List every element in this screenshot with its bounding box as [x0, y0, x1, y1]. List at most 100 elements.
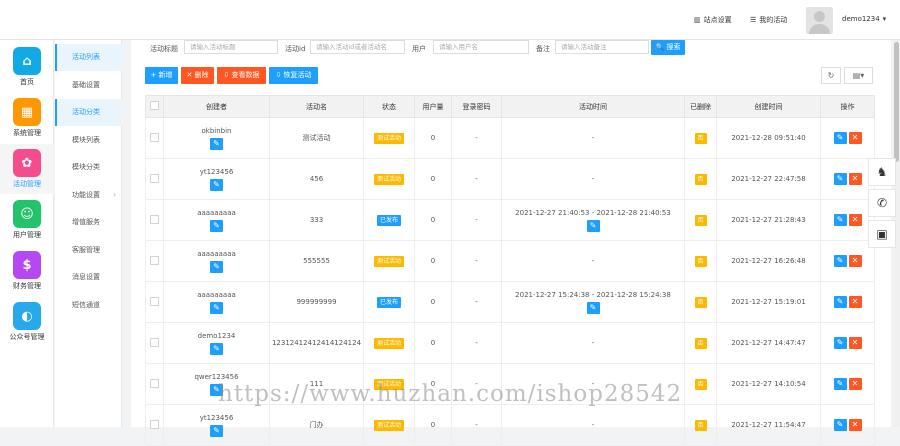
- row-checkbox[interactable]: [150, 419, 159, 429]
- edit-icon[interactable]: ✎: [833, 173, 847, 185]
- delete-icon[interactable]: ✕: [848, 419, 862, 431]
- edit-icon[interactable]: ✎: [833, 296, 847, 308]
- my-activities-link[interactable]: ☰ 我的活动: [750, 15, 787, 25]
- creator-name: demo1234: [197, 331, 236, 340]
- actions-cell: ✎ ✕: [820, 199, 875, 241]
- edit-icon[interactable]: ✎: [833, 132, 847, 144]
- login-password: -: [451, 158, 502, 200]
- search-button[interactable]: 🔍 搜索: [651, 40, 685, 55]
- sidebar-item-5[interactable]: ◐ 公众号管理: [0, 297, 54, 347]
- row-select-cell: [145, 404, 164, 446]
- submenu-item-8[interactable]: 消息设置: [55, 264, 122, 291]
- table-row: aaaaaaaaa ✎ 555555 测试活动 0- - 否 2021-12-27 16:26…: [145, 240, 875, 282]
- delete-icon[interactable]: ✕: [848, 255, 862, 267]
- login-password: -: [451, 404, 502, 446]
- edit-icon[interactable]: ✎: [586, 301, 600, 314]
- refresh-icon[interactable]: ↻: [821, 67, 841, 84]
- actions-cell: ✎ ✕: [820, 117, 875, 159]
- sidebar-item-0[interactable]: ⌂ 首页: [0, 42, 54, 92]
- edit-icon[interactable]: ✎: [210, 219, 223, 232]
- row-checkbox[interactable]: [150, 173, 159, 183]
- user-count: 0: [414, 404, 452, 446]
- edit-icon[interactable]: ✎: [210, 178, 223, 191]
- table-row: demo1234 ✎ 12312412412414124124 测试活动 0- - 否 202…: [145, 322, 875, 364]
- sidebar-item-1[interactable]: ▦ 系统管理: [0, 93, 54, 143]
- sidebar-item-3[interactable]: ☺ 用户管理: [0, 195, 54, 245]
- deleted-badge: 否: [694, 378, 707, 390]
- activity-name: 999999999: [269, 281, 364, 323]
- submenu-item-6[interactable]: 增值服务: [55, 209, 122, 236]
- qrcode-icon[interactable]: ▣: [868, 220, 896, 248]
- sidebar-item-2[interactable]: ✿ 活动管理: [0, 144, 54, 194]
- select-all-checkbox[interactable]: [150, 101, 159, 110]
- sidebar-item-4[interactable]: $ 财务管理: [0, 246, 54, 296]
- activity-time-cell: -: [501, 240, 685, 282]
- view-data-button[interactable]: ⇩ 查看数据: [217, 67, 266, 84]
- submenu-item-7[interactable]: 客服管理: [55, 237, 122, 264]
- edit-icon[interactable]: ✎: [833, 255, 847, 267]
- row-checkbox[interactable]: [150, 337, 159, 347]
- deleted-badge: 否: [694, 419, 707, 431]
- submenu-item-4[interactable]: 模块分类: [55, 154, 122, 181]
- login-password: -: [451, 199, 502, 241]
- avatar[interactable]: [806, 7, 833, 34]
- column-header: 创建时间: [716, 95, 821, 118]
- title-filter-input[interactable]: 请输入活动标题: [184, 40, 278, 54]
- submenu-item-label: 活动分类: [72, 108, 100, 116]
- delete-icon[interactable]: ✕: [848, 296, 862, 308]
- edit-icon[interactable]: ✎: [586, 219, 600, 232]
- submenu-item-0[interactable]: 活动列表: [55, 44, 122, 71]
- submenu-item-5[interactable]: 功能设置 ›: [55, 182, 122, 209]
- deleted-cell: 否: [684, 281, 717, 323]
- submenu-item-1[interactable]: 基础设置: [55, 72, 122, 99]
- creator-cell: yt123456 ✎: [163, 158, 270, 200]
- user-menu[interactable]: demo1234 ▾: [842, 15, 886, 23]
- edit-icon[interactable]: ✎: [833, 419, 847, 431]
- delete-icon[interactable]: ✕: [848, 378, 862, 390]
- edit-icon[interactable]: ✎: [833, 378, 847, 390]
- site-settings-link[interactable]: ▥ 站点设置: [694, 15, 732, 25]
- select-all-header[interactable]: [145, 95, 164, 118]
- edit-icon[interactable]: ✎: [833, 337, 847, 349]
- edit-icon[interactable]: ✎: [210, 424, 223, 437]
- table-row: yt123456 ✎ 门办 测试活动 0- - 否 2021-12-27 11:54:47 ✎ ✕: [145, 404, 875, 446]
- id-filter-input[interactable]: 请输入活动id或者活动名: [310, 40, 405, 54]
- delete-icon[interactable]: ✕: [848, 132, 862, 144]
- row-checkbox[interactable]: [150, 214, 159, 224]
- deleted-badge: 否: [694, 337, 707, 349]
- phone-icon[interactable]: ✆: [868, 189, 896, 217]
- columns-icon[interactable]: ▤▾: [844, 67, 873, 84]
- remark-filter-input[interactable]: 请输入活动备注: [555, 40, 649, 54]
- deleted-cell: 否: [684, 363, 717, 405]
- edit-icon[interactable]: ✎: [210, 260, 223, 273]
- sidebar-item-label: 公众号管理: [9, 333, 45, 341]
- delete-icon[interactable]: ✕: [848, 173, 862, 185]
- activity-time-cell: 2021-12-27 15:24:38 - 2021-12-28 15:24:3…: [501, 281, 685, 323]
- row-checkbox[interactable]: [150, 296, 159, 306]
- qq-icon[interactable]: ♞: [868, 158, 896, 186]
- row-checkbox[interactable]: [150, 255, 159, 265]
- row-checkbox[interactable]: [150, 132, 159, 142]
- edit-icon[interactable]: ✎: [833, 214, 847, 226]
- submenu-item-label: 短信通道: [72, 300, 100, 309]
- submenu-item-2[interactable]: 活动分类: [55, 99, 122, 126]
- restore-button[interactable]: ⇩ 恢复活动: [269, 67, 318, 84]
- scrollbar-thumb[interactable]: [894, 42, 899, 162]
- delete-icon[interactable]: ✕: [848, 337, 862, 349]
- user-filter-input[interactable]: 请输入用户名: [433, 40, 529, 54]
- delete-icon[interactable]: ✕: [848, 214, 862, 226]
- deleted-badge: 否: [694, 173, 707, 185]
- activity-time: 2021-12-27 21:40:53 - 2021-12-28 21:40:5…: [515, 208, 671, 217]
- add-button[interactable]: + 新增: [145, 67, 178, 84]
- creator-name: yt123456: [199, 167, 234, 176]
- edit-icon[interactable]: ✎: [210, 301, 223, 314]
- edit-icon[interactable]: ✎: [210, 137, 223, 150]
- id-filter-label: 活动id: [285, 45, 306, 53]
- row-checkbox[interactable]: [150, 378, 159, 388]
- sidebar-item-label: 首页: [20, 78, 34, 86]
- column-header: 用户量: [414, 95, 452, 118]
- submenu-item-9[interactable]: 短信通道: [55, 292, 122, 319]
- delete-button[interactable]: ✕ 删除: [181, 67, 214, 84]
- submenu-item-3[interactable]: 模块列表: [55, 127, 122, 154]
- edit-icon[interactable]: ✎: [210, 342, 223, 355]
